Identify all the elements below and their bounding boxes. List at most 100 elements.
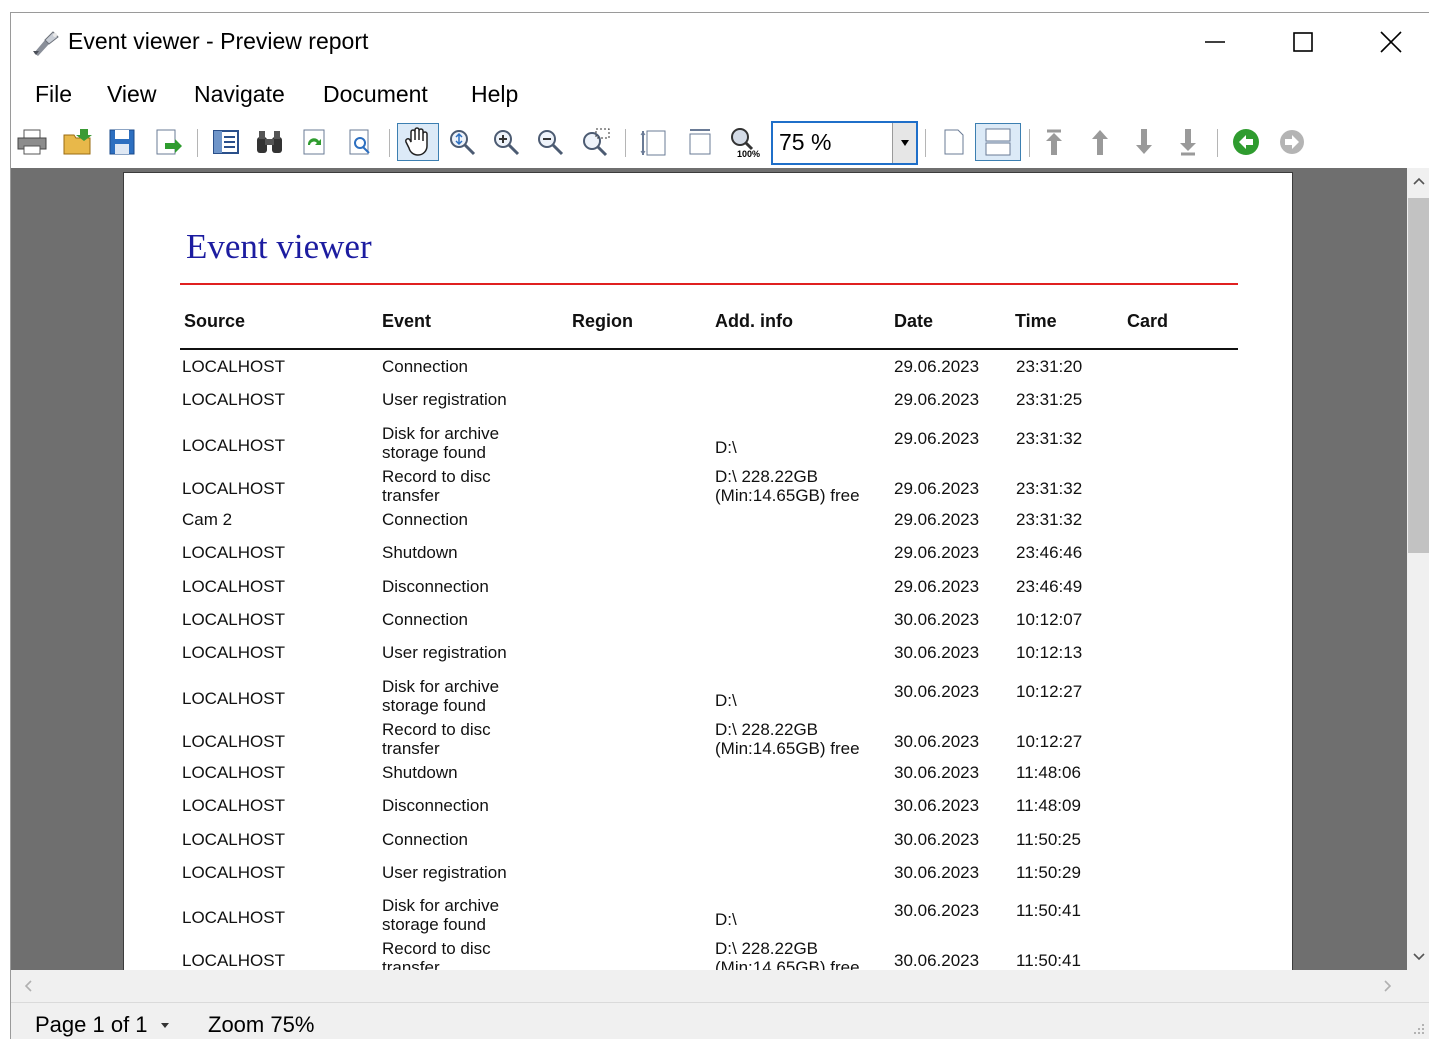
scroll-left-button[interactable]: [15, 970, 41, 1002]
cell-time: 23:31:32: [1016, 428, 1083, 448]
forward-button[interactable]: [1273, 123, 1311, 161]
export-button[interactable]: [149, 123, 187, 161]
hand-tool-icon: [405, 127, 428, 156]
table-row: LOCALHOST Disconnection 29.06.2023 23:46:49: [124, 577, 1294, 610]
open-icon: [63, 129, 92, 155]
cell-source: LOCALHOST: [182, 829, 285, 849]
last-page-button[interactable]: [1169, 123, 1207, 161]
page-width-button[interactable]: [635, 123, 673, 161]
page-dropdown-icon[interactable]: [159, 1022, 171, 1030]
table-row: LOCALHOST Record to disc transfer D:\ 228.2…: [124, 467, 1294, 510]
cell-date: 29.06.2023: [894, 576, 980, 596]
cell-event: Shutdown: [382, 762, 458, 782]
cell-date: 30.06.2023: [894, 762, 980, 782]
table-row: LOCALHOST Connection 30.06.2023 11:50:25: [124, 830, 1294, 863]
single-page-button[interactable]: [935, 123, 973, 161]
scroll-up-button[interactable]: [1407, 168, 1429, 194]
scroll-right-button[interactable]: [1375, 970, 1401, 1002]
hand-tool-button[interactable]: [397, 123, 439, 161]
table-row: Cam 2 Connection 29.06.2023 23:31:32: [124, 510, 1294, 543]
first-page-button[interactable]: [1035, 123, 1073, 161]
first-page-icon: [1046, 129, 1062, 155]
vertical-scrollbar[interactable]: [1407, 168, 1429, 970]
cell-event: User registration: [382, 390, 507, 410]
maximize-button[interactable]: [1259, 13, 1347, 71]
zoom-100-button[interactable]: 100%: [725, 123, 763, 161]
cell-info: (Min:14.65GB) free: [715, 958, 860, 970]
cell-date: 29.06.2023: [894, 357, 980, 376]
cell-date: 30.06.2023: [894, 863, 980, 882]
zoom-region-button[interactable]: [577, 123, 615, 161]
report-page: Event viewer Source Event Region Add. in…: [123, 172, 1293, 970]
cell-source: LOCALHOST: [182, 731, 285, 751]
chevron-up-icon: [1412, 177, 1425, 185]
cell-event: Disconnection: [382, 796, 489, 816]
horizontal-scrollbar[interactable]: [11, 970, 1429, 1002]
cell-event: Connection: [382, 357, 469, 376]
open-button[interactable]: [59, 123, 97, 161]
scroll-down-button[interactable]: [1407, 944, 1429, 970]
cell-time: 11:50:25: [1016, 829, 1081, 849]
menu-file[interactable]: File: [35, 81, 72, 108]
save-button[interactable]: [103, 123, 141, 161]
back-icon: [1233, 129, 1259, 155]
zoom-out-icon: [538, 130, 564, 156]
cell-date: 30.06.2023: [894, 610, 980, 629]
column-header-event: Event: [382, 311, 432, 331]
table-row: LOCALHOST Shutdown 30.06.2023 11:48:06: [124, 763, 1294, 796]
print-button[interactable]: [13, 123, 51, 161]
page-indicator[interactable]: Page 1 of 1: [35, 1012, 148, 1038]
zoom-out-button[interactable]: [531, 123, 569, 161]
zoom-in-button[interactable]: [487, 123, 525, 161]
cell-info: D:\: [715, 910, 737, 930]
table-row: LOCALHOST Record to disc transfer D:\ 228.2…: [124, 720, 1294, 763]
refresh-icon: [303, 129, 325, 155]
menu-navigate[interactable]: Navigate: [194, 81, 285, 108]
cell-time: 11:48:06: [1016, 762, 1081, 782]
zoom-combobox[interactable]: 75 %: [771, 121, 918, 165]
zoom-dropdown-button[interactable]: [892, 123, 916, 163]
next-page-button[interactable]: [1125, 123, 1163, 161]
find-button[interactable]: [251, 123, 289, 161]
page-setup-icon: [349, 129, 370, 155]
cell-event: storage found: [382, 442, 486, 462]
cell-time: 10:12:13: [1016, 643, 1083, 663]
whole-page-button[interactable]: [681, 123, 719, 161]
vertical-scroll-thumb[interactable]: [1408, 198, 1429, 553]
menu-view[interactable]: View: [107, 81, 156, 108]
table-row: LOCALHOST Disk for archive storage found D:…: [124, 896, 1294, 939]
page-setup-button[interactable]: [341, 123, 379, 161]
zoom-combobox-value[interactable]: 75 %: [779, 129, 831, 156]
menu-document[interactable]: Document: [323, 81, 428, 108]
zoom-magnifier-icon: [450, 130, 476, 156]
cell-date: 29.06.2023: [894, 543, 980, 563]
column-header-region: Region: [572, 311, 633, 331]
prev-page-button[interactable]: [1081, 123, 1119, 161]
window-title: Event viewer - Preview report: [68, 28, 369, 54]
export-icon: [156, 129, 182, 155]
multi-page-button[interactable]: [975, 123, 1021, 161]
cell-time: 23:46:49: [1016, 576, 1083, 596]
cell-date: 30.06.2023: [894, 731, 980, 751]
cell-source: LOCALHOST: [182, 688, 285, 708]
chevron-left-icon: [24, 980, 32, 992]
close-button[interactable]: [1347, 13, 1429, 71]
zoom-100-icon: 100%: [731, 128, 760, 158]
status-bar: Page 1 of 1 Zoom 75%: [11, 1002, 1429, 1039]
column-header-source: Source: [184, 311, 246, 331]
cell-event: Disk for archive: [382, 896, 500, 916]
back-button[interactable]: [1227, 123, 1265, 161]
cell-event: Connection: [382, 829, 469, 849]
single-page-icon: [944, 129, 964, 155]
zoom-magnifier-button[interactable]: [443, 123, 481, 161]
cell-info: D:\: [715, 437, 737, 457]
cell-event: Disk for archive: [382, 423, 500, 443]
menu-help[interactable]: Help: [471, 81, 518, 108]
cell-date: 29.06.2023: [894, 509, 980, 529]
minimize-button[interactable]: [1171, 13, 1259, 71]
next-page-icon: [1136, 129, 1152, 154]
resize-grip-icon[interactable]: [1410, 1020, 1426, 1036]
outline-button[interactable]: [207, 123, 245, 161]
preview-area[interactable]: Event viewer Source Event Region Add. in…: [11, 168, 1407, 970]
refresh-button[interactable]: [295, 123, 333, 161]
